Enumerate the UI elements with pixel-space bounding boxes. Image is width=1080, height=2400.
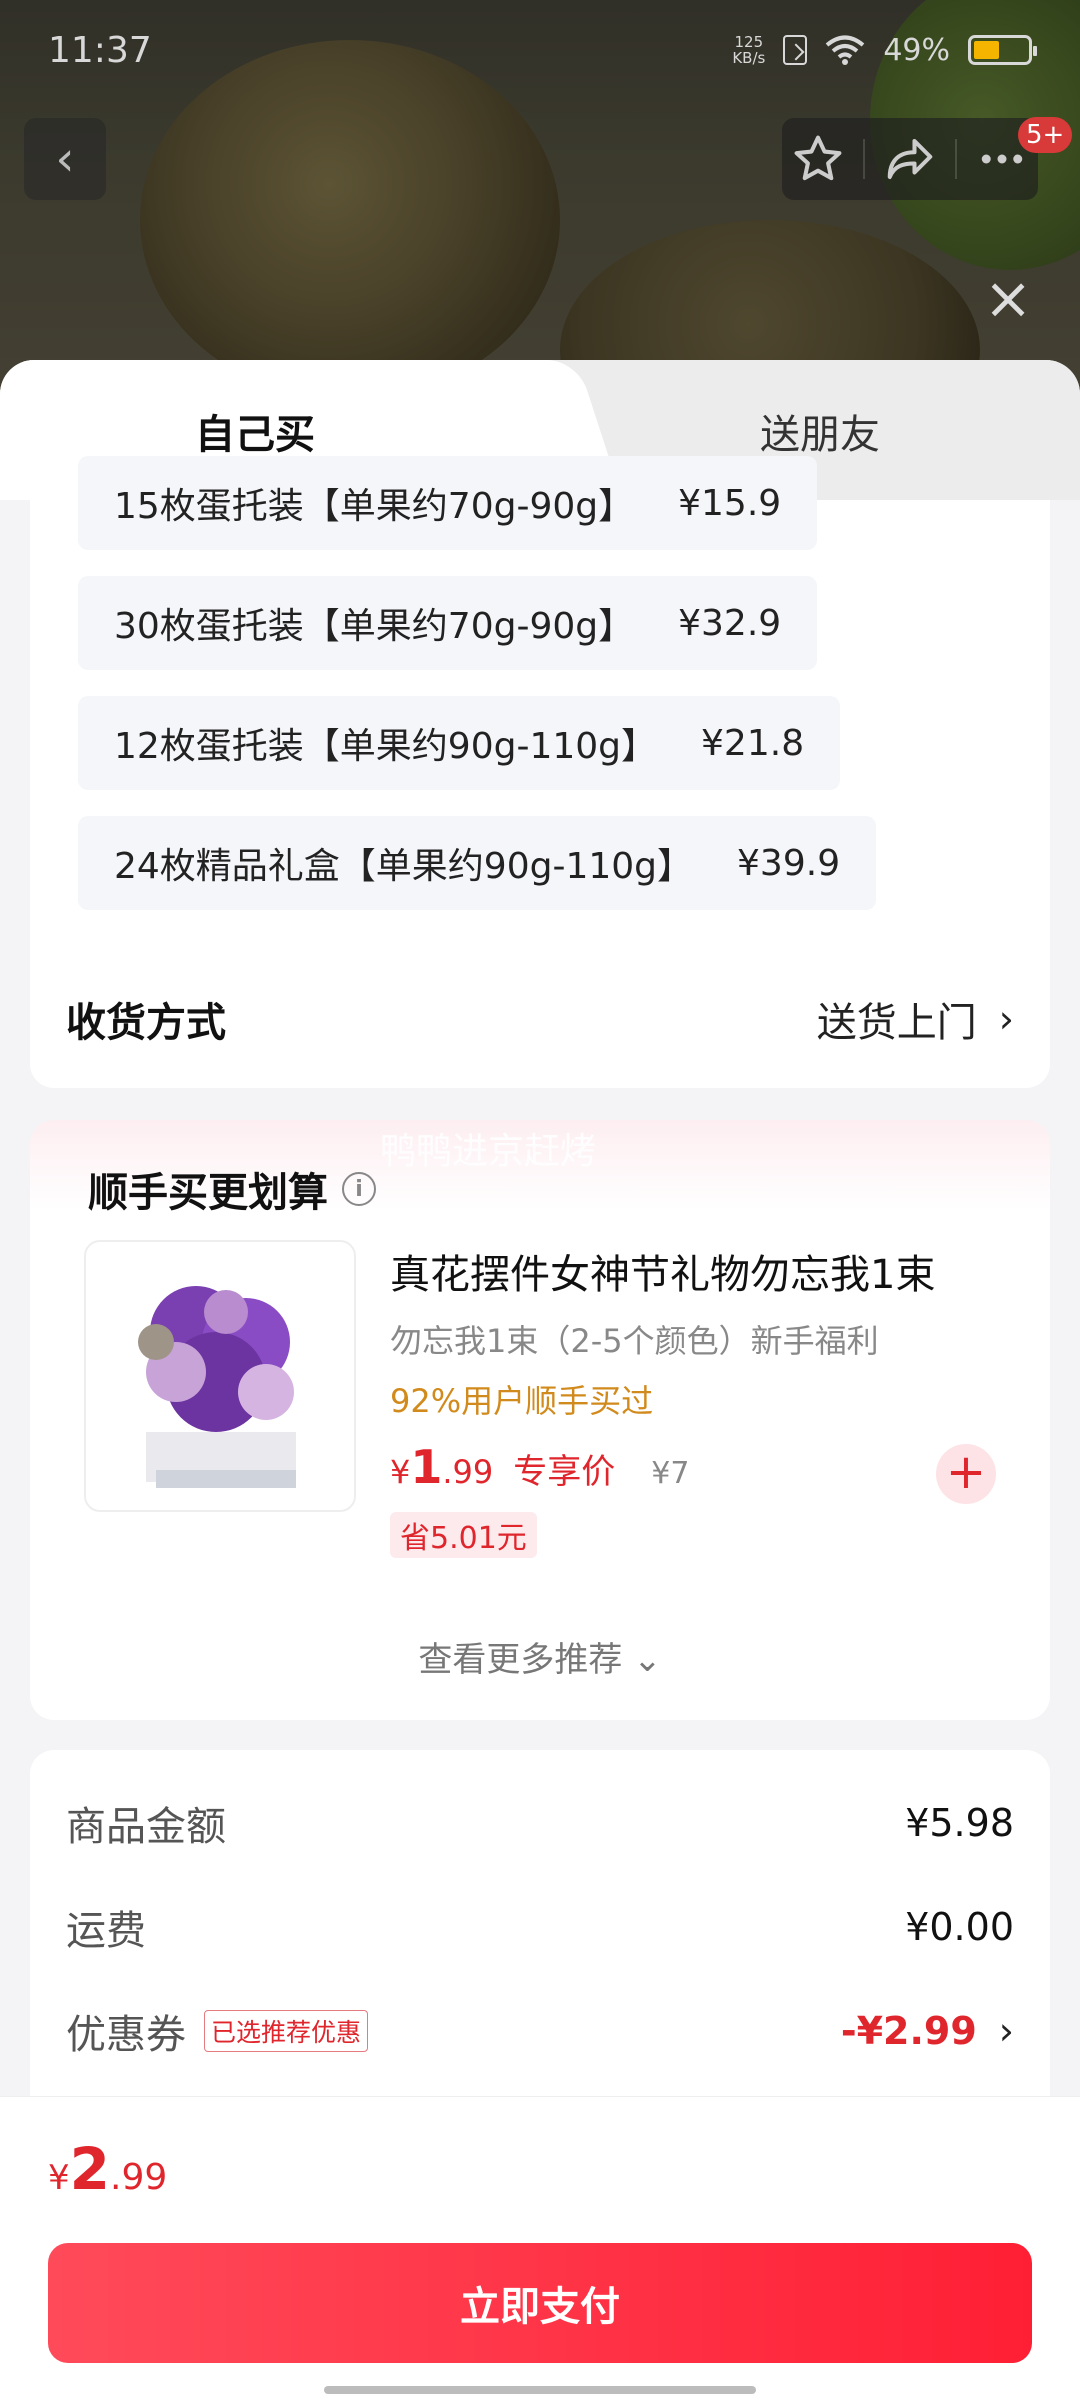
status-time: 11:37: [48, 29, 152, 71]
chevron-right-icon: ›: [998, 997, 1014, 1041]
star-icon[interactable]: [791, 132, 845, 186]
original-price: ¥7: [651, 1456, 690, 1491]
product-title[interactable]: 真花摆件女神节礼物勿忘我1束: [390, 1242, 935, 1300]
upsell-title: 顺手买更划算 i: [88, 1160, 376, 1218]
delivery-method-row[interactable]: 收货方式 送货上门 ›: [66, 990, 1014, 1048]
pay-now-button[interactable]: 立即支付: [48, 2243, 1032, 2363]
chevron-right-icon: ›: [998, 2009, 1014, 2053]
notification-badge: 5+: [1018, 117, 1073, 153]
upsell-card: 鸭鸭进京赶烤 顺手买更划算 i 真花摆件女神节礼物勿忘我1束 勿忘我1束（2-5…: [30, 1120, 1050, 1720]
checkout-footer: ¥ 2 .99 立即支付: [0, 2096, 1080, 2400]
product-subtitle: 勿忘我1束（2-5个颜色）新手福利: [390, 1322, 879, 1360]
sku-option[interactable]: 15枚蛋托装【单果约70g-90g】 ¥15.9: [78, 456, 818, 550]
total-price: ¥ 2 .99: [48, 2135, 168, 2203]
price-summary-card: 商品金额 ¥5.98 运费 ¥0.00 优惠券 已选推荐优惠 -¥2.99 ›: [30, 1750, 1050, 2150]
goods-amount-row: 商品金额 ¥5.98: [66, 1801, 1014, 1850]
sku-option[interactable]: 24枚精品礼盒【单果约90g-110g】 ¥39.9: [78, 816, 877, 910]
coupon-row[interactable]: 优惠券 已选推荐优惠 -¥2.99 ›: [66, 2002, 1014, 2060]
product-price: ¥ 1 .99 专享价 ¥7: [390, 1440, 690, 1494]
status-bar: 11:37 125 KB/s 49%: [0, 0, 1080, 100]
sim-icon: [783, 35, 808, 65]
shipping-row: 运费 ¥0.00: [66, 1905, 1014, 1954]
bought-rate: 92%用户顺手买过: [390, 1382, 654, 1420]
add-to-order-button[interactable]: +: [936, 1444, 996, 1504]
info-icon[interactable]: i: [342, 1172, 376, 1206]
close-icon[interactable]: ×: [980, 269, 1036, 327]
coupon-discount: -¥2.99: [840, 2009, 977, 2053]
options-card: 15枚蛋托装【单果约70g-90g】 ¥15.9 30枚蛋托装【单果约70g-9…: [30, 456, 1050, 1088]
chevron-left-icon: ‹: [55, 131, 75, 187]
save-badge: 省5.01元: [390, 1512, 537, 1558]
tab-gift[interactable]: 送朋友: [600, 402, 1040, 460]
battery-percent: 49%: [883, 32, 950, 68]
network-speed: 125 KB/s: [732, 33, 766, 67]
flower-bouquet-image: [138, 1286, 296, 1488]
back-button[interactable]: ‹: [24, 118, 106, 200]
product-thumbnail[interactable]: [84, 1240, 356, 1512]
chevron-down-icon: ⌄: [633, 1640, 662, 1680]
wifi-icon: [826, 35, 865, 65]
watermark-text: 鸭鸭进京赶烤: [380, 1131, 597, 1172]
coupon-tag: 已选推荐优惠: [204, 2010, 369, 2052]
purchase-sheet: 自己买 送朋友 15枚蛋托装【单果约70g-90g】 ¥15.9 30枚蛋托装【…: [0, 360, 1080, 2400]
sku-option[interactable]: 30枚蛋托装【单果约70g-90g】 ¥32.9: [78, 576, 818, 670]
battery-icon: [968, 35, 1037, 65]
sku-option[interactable]: 12枚蛋托装【单果约90g-110g】 ¥21.8: [78, 696, 841, 790]
top-action-group: [782, 118, 1038, 200]
share-icon[interactable]: [883, 132, 937, 186]
see-more-recommendations[interactable]: 查看更多推荐 ⌄: [30, 1632, 1050, 1681]
home-indicator[interactable]: [324, 2386, 756, 2394]
